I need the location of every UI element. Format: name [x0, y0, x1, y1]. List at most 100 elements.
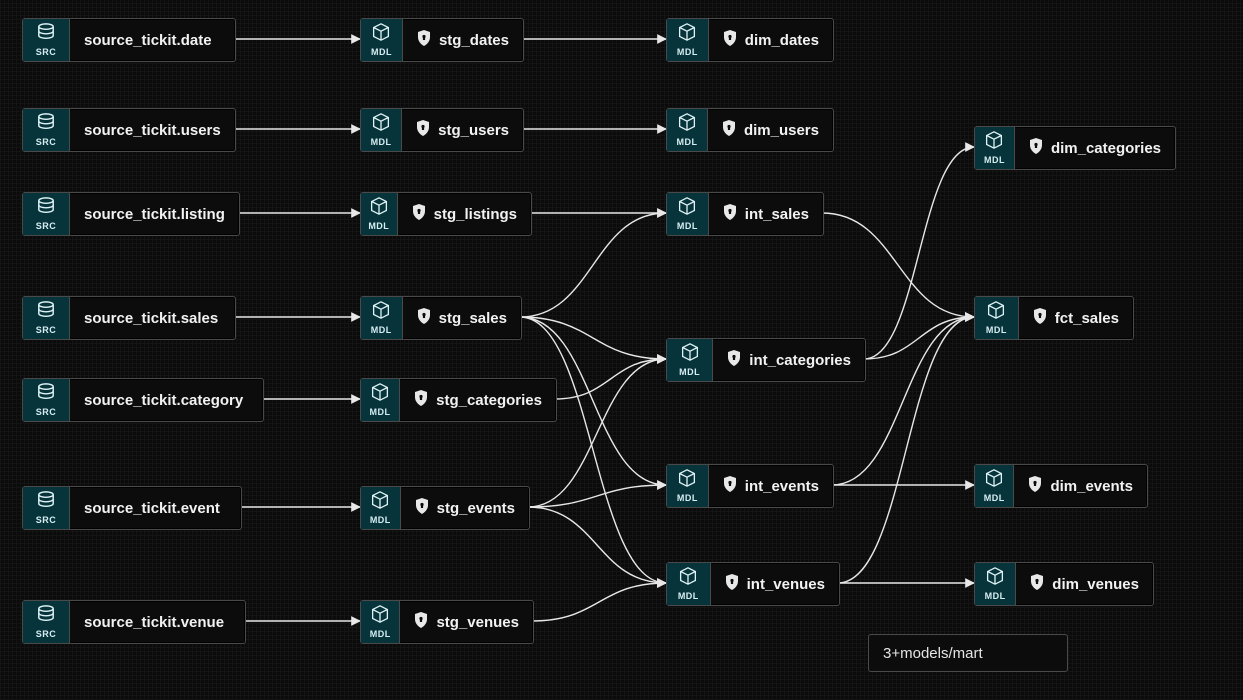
- cube-icon: [369, 383, 391, 406]
- node-dim_dates[interactable]: MDLdim_dates: [666, 18, 834, 62]
- node-body: int_categories: [713, 350, 865, 370]
- node-int_categories[interactable]: MDL int_categories: [666, 338, 866, 382]
- node-badge: MDL: [361, 601, 400, 643]
- node-stg_listings[interactable]: MDL stg_listings: [360, 192, 532, 236]
- node-label: int_sales: [745, 206, 809, 223]
- node-stg_dates[interactable]: MDLstg_dates: [360, 18, 524, 62]
- node-dim_categories[interactable]: MDLdim_categories: [974, 126, 1176, 170]
- node-src_category[interactable]: SRCsource_tickit.category: [22, 378, 264, 422]
- node-body: stg_events: [401, 498, 529, 518]
- shield-icon: [1029, 138, 1043, 158]
- edge-stg_events-to-int_events: [528, 485, 666, 507]
- node-stg_venues[interactable]: MDLstg_venues: [360, 600, 534, 644]
- node-label: source_tickit.listing: [84, 206, 225, 223]
- node-label: dim_users: [744, 122, 819, 139]
- node-body: source_tickit.sales: [70, 310, 232, 327]
- node-badge: MDL: [361, 109, 402, 151]
- shield-icon: [414, 612, 428, 632]
- node-body: source_tickit.event: [70, 500, 234, 517]
- shield-icon: [416, 120, 430, 140]
- cube-icon: [676, 197, 698, 220]
- node-dim_users[interactable]: MDLdim_users: [666, 108, 834, 152]
- node-int_sales[interactable]: MDL int_sales: [666, 192, 824, 236]
- database-icon: [35, 605, 57, 628]
- node-badge: SRC: [23, 19, 70, 61]
- database-icon: [35, 23, 57, 46]
- edge-stg_sales-to-int_sales: [520, 213, 666, 317]
- node-body: dim_dates: [709, 30, 833, 50]
- node-badge: MDL: [667, 193, 709, 235]
- node-badge: SRC: [23, 297, 70, 339]
- cube-icon: [679, 343, 701, 366]
- node-label: stg_categories: [436, 392, 542, 409]
- node-badge: SRC: [23, 109, 70, 151]
- shield-icon: [722, 120, 736, 140]
- node-label: int_events: [745, 478, 819, 495]
- edge-stg_events-to-int_venues: [528, 507, 666, 583]
- shield-icon: [723, 476, 737, 496]
- node-dim_venues[interactable]: MDL dim_venues: [974, 562, 1154, 606]
- node-label: dim_dates: [745, 32, 819, 49]
- node-src_sales[interactable]: SRC source_tickit.sales: [22, 296, 236, 340]
- node-body: source_tickit.users: [70, 122, 235, 139]
- node-badge: SRC: [23, 487, 70, 529]
- node-badge-label: MDL: [371, 325, 392, 335]
- node-badge-label: MDL: [679, 367, 700, 377]
- node-badge-label: MDL: [677, 493, 698, 503]
- edge-int_categories-to-dim_categories: [864, 147, 974, 359]
- shield-icon: [723, 204, 737, 224]
- node-body: dim_venues: [1016, 574, 1153, 594]
- cube-icon: [677, 567, 699, 590]
- node-label: dim_venues: [1052, 576, 1139, 593]
- cube-icon: [983, 131, 1005, 154]
- shield-icon: [727, 350, 741, 370]
- node-badge-label: MDL: [368, 221, 389, 231]
- edge-stg_sales-to-int_categories: [520, 317, 666, 359]
- node-body: int_venues: [711, 574, 839, 594]
- node-stg_sales[interactable]: MDLstg_sales: [360, 296, 522, 340]
- node-label: stg_events: [437, 500, 515, 517]
- node-body: dim_users: [708, 120, 833, 140]
- node-src_event[interactable]: SRCsource_tickit.event: [22, 486, 242, 530]
- node-badge: MDL: [667, 339, 713, 381]
- node-badge: MDL: [975, 563, 1016, 605]
- status-note-text: 3+models/mart: [883, 645, 983, 662]
- node-src_listing[interactable]: SRC source_tickit.listing: [22, 192, 240, 236]
- node-label: dim_events: [1050, 478, 1133, 495]
- node-src_users[interactable]: SRC source_tickit.users: [22, 108, 236, 152]
- database-icon: [35, 197, 57, 220]
- node-label: source_tickit.users: [84, 122, 221, 139]
- cube-icon: [370, 23, 392, 46]
- node-stg_users[interactable]: MDLstg_users: [360, 108, 524, 152]
- node-body: stg_categories: [400, 390, 556, 410]
- shield-icon: [415, 498, 429, 518]
- cube-icon: [983, 469, 1005, 492]
- node-src_venue[interactable]: SRC source_tickit.venue: [22, 600, 246, 644]
- node-int_venues[interactable]: MDLint_venues: [666, 562, 840, 606]
- node-badge-label: MDL: [677, 221, 698, 231]
- node-badge-label: MDL: [984, 493, 1005, 503]
- node-body: stg_listings: [398, 204, 531, 224]
- node-badge: SRC: [23, 193, 70, 235]
- cube-icon: [676, 469, 698, 492]
- node-src_date[interactable]: SRCsource_tickit.date: [22, 18, 236, 62]
- node-stg_categories[interactable]: MDL stg_categories: [360, 378, 557, 422]
- node-badge-label: MDL: [370, 629, 391, 639]
- node-body: int_events: [709, 476, 833, 496]
- node-label: source_tickit.venue: [84, 614, 224, 631]
- node-fct_sales[interactable]: MDLfct_sales: [974, 296, 1134, 340]
- shield-icon: [412, 204, 426, 224]
- shield-icon: [725, 574, 739, 594]
- node-badge: SRC: [23, 601, 70, 643]
- edge-int_categories-to-fct_sales: [864, 317, 974, 359]
- node-label: source_tickit.sales: [84, 310, 218, 327]
- node-badge-label: MDL: [370, 407, 391, 417]
- cube-icon: [984, 567, 1006, 590]
- node-badge: SRC: [23, 379, 70, 421]
- node-body: dim_categories: [1015, 138, 1175, 158]
- node-label: dim_categories: [1051, 140, 1161, 157]
- node-stg_events[interactable]: MDLstg_events: [360, 486, 530, 530]
- cube-icon: [676, 113, 698, 136]
- node-int_events[interactable]: MDL int_events: [666, 464, 834, 508]
- node-dim_events[interactable]: MDL dim_events: [974, 464, 1148, 508]
